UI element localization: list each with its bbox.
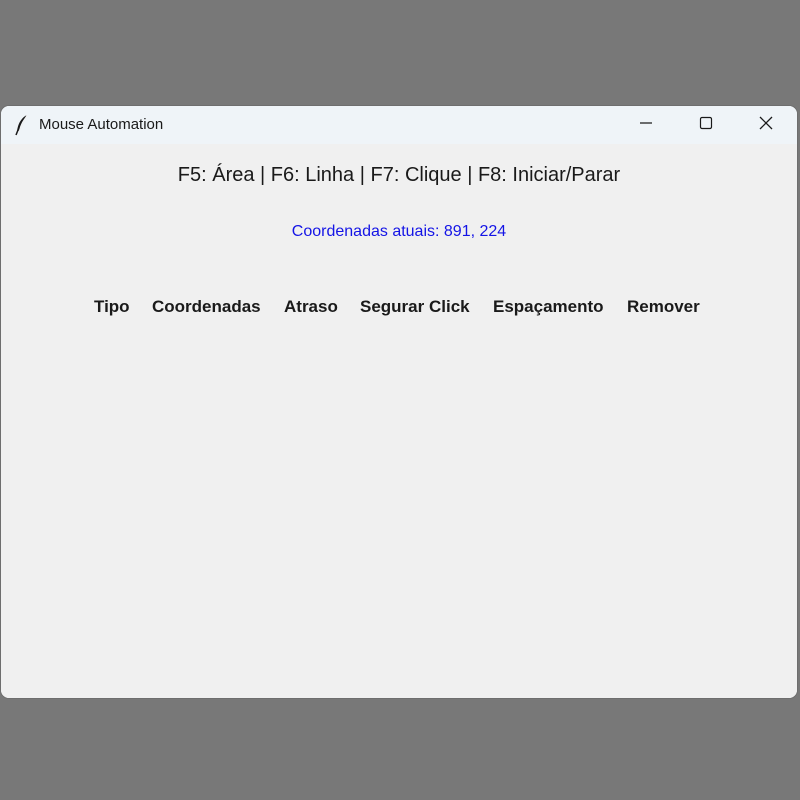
column-header-atraso: Atraso bbox=[284, 297, 338, 316]
column-header-coordenadas: Coordenadas bbox=[152, 297, 261, 316]
maximize-button[interactable] bbox=[676, 106, 736, 144]
close-button[interactable] bbox=[736, 106, 796, 144]
actions-list bbox=[1, 329, 797, 689]
column-header-tipo: Tipo bbox=[94, 297, 130, 316]
hotkeys-label: F5: Área | F6: Linha | F7: Clique | F8: … bbox=[177, 164, 621, 186]
maximize-icon bbox=[699, 116, 713, 135]
minimize-icon bbox=[639, 116, 653, 135]
window-title: Mouse Automation bbox=[39, 116, 164, 133]
feather-icon bbox=[13, 114, 31, 136]
main-content: F5: Área | F6: Linha | F7: Clique | F8: … bbox=[1, 144, 797, 698]
column-header-remover: Remover bbox=[627, 297, 700, 316]
current-coordinates-label: Coordenadas atuais: 891, 224 bbox=[291, 223, 507, 240]
app-window: Mouse Automation F5: Área | F6: Linha | … bbox=[1, 106, 797, 698]
column-header-espacamento: Espaçamento bbox=[493, 297, 604, 316]
minimize-button[interactable] bbox=[616, 106, 676, 144]
close-icon bbox=[759, 116, 773, 135]
column-header-segurar-click: Segurar Click bbox=[360, 297, 470, 316]
title-bar[interactable]: Mouse Automation bbox=[1, 106, 797, 144]
table-header: Tipo Coordenadas Atraso Segurar Click Es… bbox=[1, 297, 797, 319]
